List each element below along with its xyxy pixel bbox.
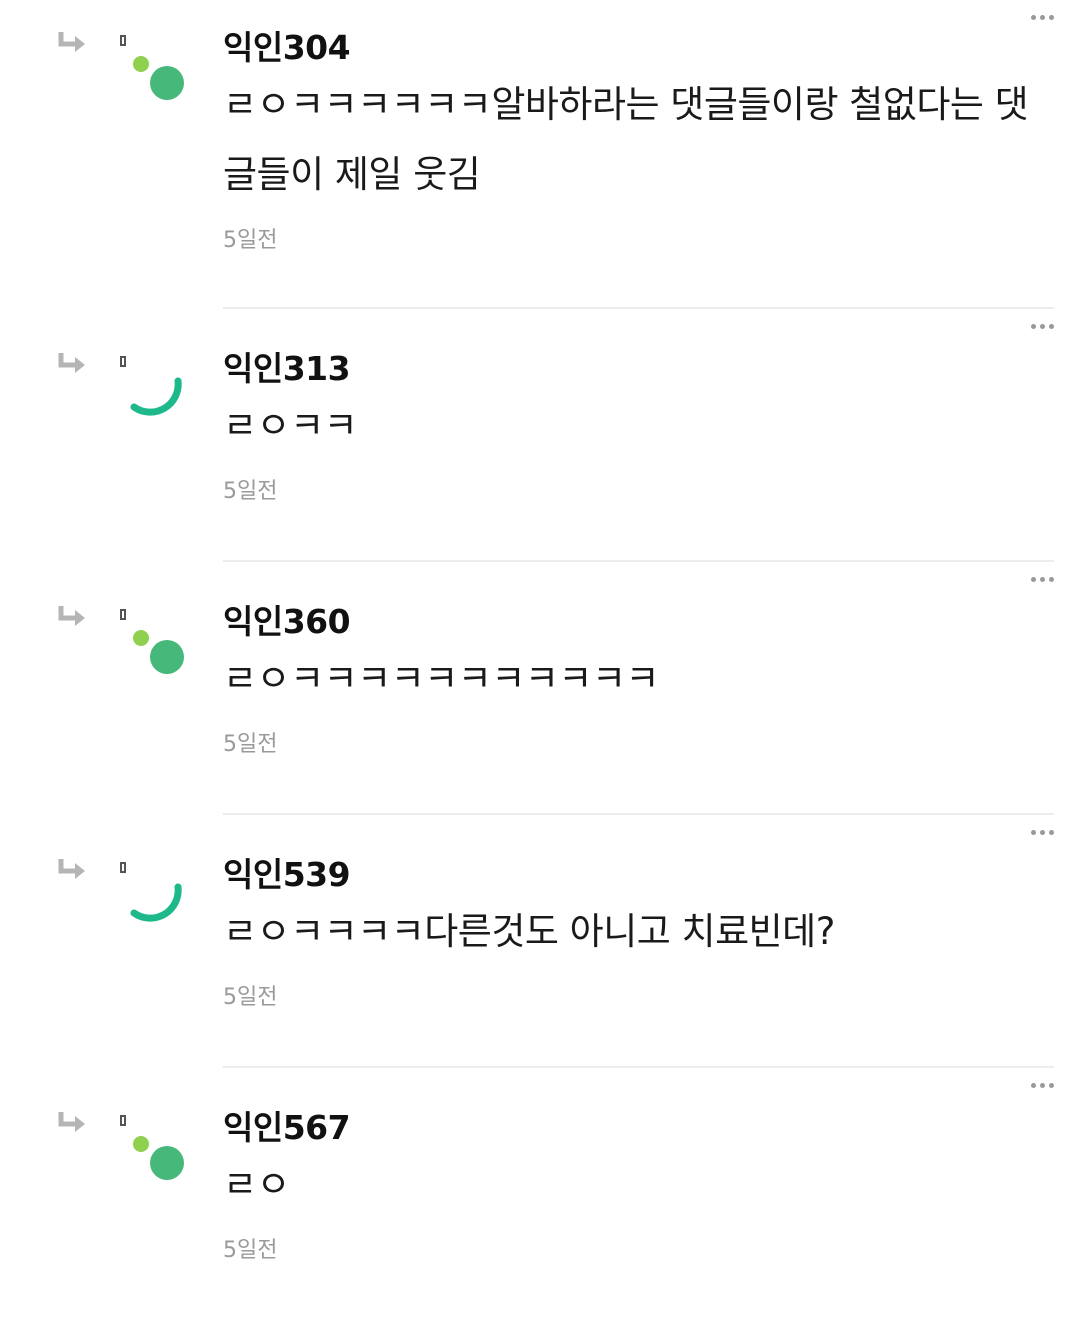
more-options-icon[interactable] (1026, 1078, 1054, 1092)
avatar-icon[interactable] (128, 50, 192, 110)
reply-arrow-icon (58, 606, 85, 626)
more-options-icon[interactable] (1026, 572, 1054, 586)
comment-time: 5일전 (223, 985, 278, 1010)
comment-time: 5일전 (223, 1238, 278, 1263)
more-options-icon[interactable] (1026, 319, 1054, 333)
avatar-icon[interactable] (128, 624, 192, 684)
comment-body: 익인313 ㄹㅇㅋㅋ 5일전 (223, 309, 1054, 507)
reply-arrow-icon (58, 1112, 85, 1132)
comment-list: 익인304 ㄹㅇㅋㅋㅋㅋㅋㅋ알바하라는 댓글들이랑 철없다는 댓글들이 제일 웃… (0, 0, 1080, 1318)
comment-text: ㄹㅇㅋㅋㅋㅋㅋㅋㅋㅋㅋㅋㅋ (223, 657, 660, 700)
comment-time: 5일전 (223, 479, 278, 504)
comment-item: 익인360 ㄹㅇㅋㅋㅋㅋㅋㅋㅋㅋㅋㅋㅋ 5일전 (0, 562, 1080, 815)
small-badge-icon (120, 35, 126, 46)
comment-time: 5일전 (223, 228, 278, 253)
comment-item: 익인567 ㄹㅇ 5일전 (0, 1068, 1080, 1318)
small-badge-icon (120, 1115, 126, 1126)
more-options-icon[interactable] (1026, 825, 1054, 839)
comment-time: 5일전 (223, 732, 278, 757)
comment-body: 익인567 ㄹㅇ 5일전 (223, 1068, 1054, 1266)
more-options-icon[interactable] (1026, 10, 1054, 24)
comment-body: 익인539 ㄹㅇㅋㅋㅋㅋ다른것도 아니고 치료빈데? 5일전 (223, 815, 1054, 1013)
comment-body: 익인360 ㄹㅇㅋㅋㅋㅋㅋㅋㅋㅋㅋㅋㅋ 5일전 (223, 562, 1054, 760)
avatar-icon[interactable] (128, 1130, 192, 1190)
nickname[interactable]: 익인539 (223, 855, 1054, 895)
reply-arrow-icon (58, 32, 85, 52)
avatar-icon[interactable] (128, 371, 192, 431)
nickname[interactable]: 익인304 (223, 28, 1054, 68)
reply-arrow-icon (58, 353, 85, 373)
nickname[interactable]: 익인360 (223, 602, 1054, 642)
comment-text: ㄹㅇ (223, 1163, 291, 1206)
comment-item: 익인539 ㄹㅇㅋㅋㅋㅋ다른것도 아니고 치료빈데? 5일전 (0, 815, 1080, 1068)
nickname[interactable]: 익인313 (223, 349, 1054, 389)
reply-arrow-icon (58, 859, 85, 879)
comment-text: ㄹㅇㅋㅋ (223, 404, 358, 447)
small-badge-icon (120, 862, 126, 873)
avatar-icon[interactable] (128, 877, 192, 937)
comment-body: 익인304 ㄹㅇㅋㅋㅋㅋㅋㅋ알바하라는 댓글들이랑 철없다는 댓글들이 제일 웃… (223, 0, 1054, 256)
comment-text: ㄹㅇㅋㅋㅋㅋㅋㅋ알바하라는 댓글들이랑 철없다는 댓글들이 제일 웃김 (223, 83, 1029, 196)
nickname[interactable]: 익인567 (223, 1108, 1054, 1148)
small-badge-icon (120, 609, 126, 620)
comment-item: 익인304 ㄹㅇㅋㅋㅋㅋㅋㅋ알바하라는 댓글들이랑 철없다는 댓글들이 제일 웃… (0, 0, 1080, 309)
comment-item: 익인313 ㄹㅇㅋㅋ 5일전 (0, 309, 1080, 562)
comment-text: ㄹㅇㅋㅋㅋㅋ다른것도 아니고 치료빈데? (223, 910, 835, 953)
small-badge-icon (120, 356, 126, 367)
